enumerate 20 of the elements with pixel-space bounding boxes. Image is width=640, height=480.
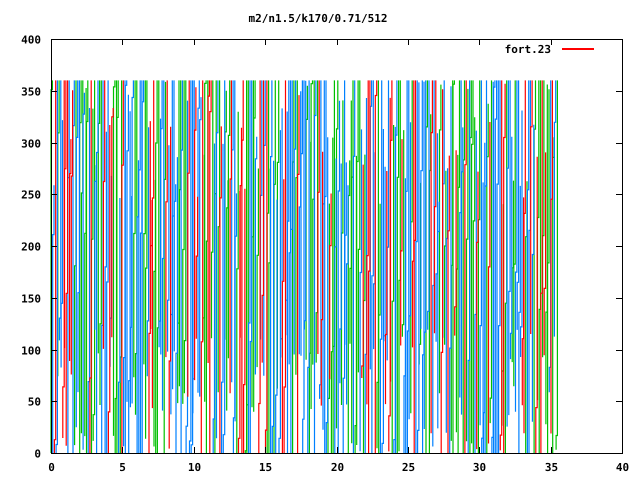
legend-label: fort.23 [504,43,551,56]
x-tick-label: 10 [188,461,202,474]
x-tick-label: 5 [119,461,126,474]
y-tick-label: 200 [21,240,41,254]
x-tick-label: 35 [544,461,558,474]
y-tick-label: 100 [21,344,41,358]
y-tick-label: 50 [28,396,41,408]
y-tick-label: 150 [21,292,41,306]
y-tick-label: 300 [21,138,41,150]
x-tick-label: 15 [258,461,272,474]
x-tick-label: 0 [48,461,55,474]
x-tick-label: 20 [330,461,344,474]
y-tick-label: 350 [21,86,41,98]
y-tick-label: 0 [34,448,41,460]
y-tick-label: 400 [21,34,41,46]
x-tick-label: 30 [472,461,486,474]
y-tick-label: 250 [21,188,41,202]
x-tick-label: 25 [402,461,416,474]
chart-title: m2/n1.5/k170/0.71/512 [248,12,388,25]
x-tick-label: 40 [616,461,630,474]
